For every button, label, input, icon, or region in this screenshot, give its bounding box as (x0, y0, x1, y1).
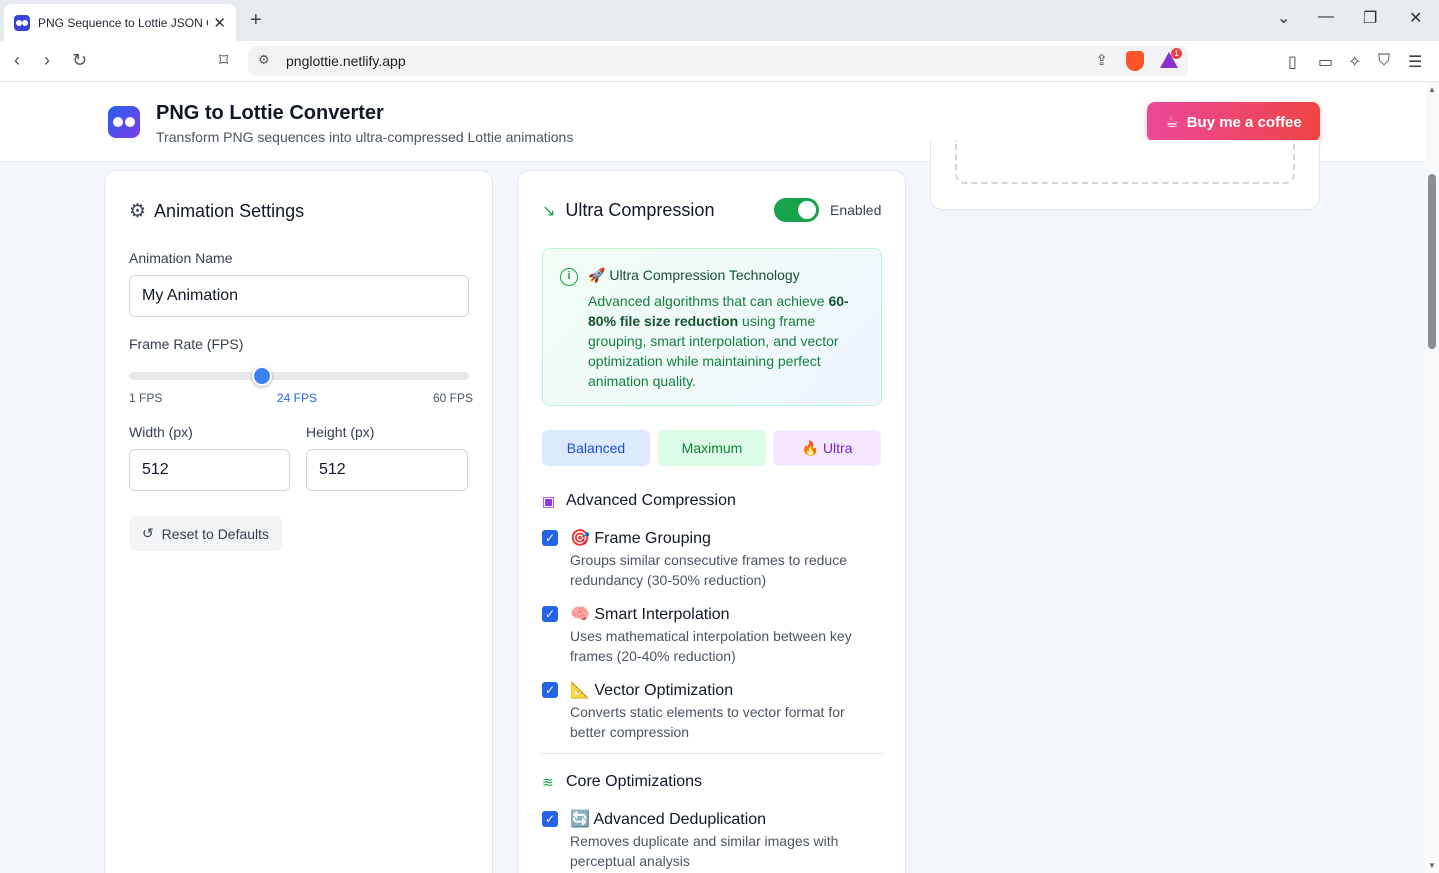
site-info-icon[interactable]: ⚙ (258, 52, 270, 68)
leo-ai-icon[interactable]: ✧ (1348, 52, 1361, 72)
preset-balanced-button[interactable]: Balanced (542, 430, 650, 466)
buy-coffee-label: Buy me a coffee (1186, 113, 1302, 131)
preset-ultra-label: Ultra (822, 440, 853, 456)
tab-title: PNG Sequence to Lottie JSON C (38, 15, 208, 30)
wallet-icon[interactable]: ▭ (1318, 52, 1333, 72)
smart-interpolation-title: 🧠 Smart Interpolation (570, 606, 730, 623)
info-text: Advanced algorithms that can achieve 60-… (588, 293, 849, 389)
site-favicon-icon (14, 14, 30, 31)
fps-max-label: 60 FPS (433, 391, 474, 405)
sidebar-icon[interactable]: ▯ (1288, 52, 1297, 72)
frame-grouping-checkbox[interactable]: ✓ (542, 530, 558, 546)
browser-tabbar: PNG Sequence to Lottie JSON C ✕ + ⌄ — ❐ … (0, 0, 1439, 41)
vpn-icon[interactable]: ⛉ (1378, 52, 1390, 70)
vector-optimization-desc: Converts static elements to vector forma… (570, 704, 845, 740)
address-bar[interactable]: ⚙ pnglottie.netlify.app ⇪ 1 (248, 46, 1188, 76)
smart-interpolation-desc: Uses mathematical interpolation between … (570, 628, 852, 664)
preset-maximum-button[interactable]: Maximum (658, 430, 766, 466)
width-label: Width (px) (129, 424, 193, 440)
ultra-compression-card: ↘ Ultra Compression Enabled i 🚀 Ultra Co… (517, 170, 906, 873)
back-icon[interactable]: ‹ (14, 50, 20, 71)
reset-icon: ↺ (141, 525, 154, 541)
width-input[interactable]: 512 (129, 449, 290, 491)
close-tab-icon[interactable]: ✕ (213, 14, 226, 32)
animation-settings-title: Animation Settings (154, 201, 305, 221)
brain-icon: 🧠 (570, 606, 590, 623)
url-text: pnglottie.netlify.app (286, 53, 406, 69)
advanced-deduplication-checkbox[interactable]: ✓ (542, 811, 558, 827)
app-logo-icon (108, 106, 140, 138)
buy-coffee-button[interactable]: ☕ Buy me a coffee (1147, 102, 1320, 142)
brave-shields-icon[interactable] (1126, 51, 1144, 71)
gear-icon: ⚙ (129, 201, 147, 222)
triangle-ruler-icon: 📐 (570, 682, 590, 699)
compression-info-box: i 🚀 Ultra Compression Technology Advance… (542, 248, 882, 406)
height-label: Height (px) (306, 424, 375, 440)
scroll-up-icon[interactable]: ▲ (1428, 85, 1436, 94)
page-scrollbar[interactable]: ▲ ▼ (1425, 82, 1439, 873)
fps-current-label: 24 FPS (277, 391, 318, 405)
menu-icon[interactable]: ☰ (1408, 52, 1422, 72)
advanced-compression-title: Advanced Compression (566, 492, 736, 509)
vector-optimization-checkbox[interactable]: ✓ (542, 682, 558, 698)
frame-rate-slider[interactable] (129, 366, 469, 386)
rewards-badge: 1 (1171, 48, 1182, 59)
core-optimizations-title: Core Optimizations (566, 773, 703, 790)
browser-tab[interactable]: PNG Sequence to Lottie JSON C ✕ (4, 4, 236, 41)
layers-icon: ≋ (542, 774, 554, 790)
reset-defaults-label: Reset to Defaults (161, 525, 270, 542)
fire-icon: 🔥 (801, 439, 819, 456)
ultra-compression-header: ↘ Ultra Compression (542, 200, 714, 221)
frame-grouping-desc: Groups similar consecutive frames to red… (570, 552, 847, 588)
reload-icon[interactable]: ↻ (72, 50, 87, 71)
animation-name-label: Animation Name (129, 250, 233, 266)
advanced-deduplication-desc: Removes duplicate and similar images wit… (570, 833, 839, 869)
frame-grouping-title: 🎯 Frame Grouping (570, 530, 711, 547)
tab-search-chevron-icon[interactable]: ⌄ (1277, 8, 1290, 28)
reset-defaults-button[interactable]: ↺ Reset to Defaults (129, 516, 282, 551)
minimize-icon[interactable]: — (1318, 8, 1334, 26)
fps-min-label: 1 FPS (129, 391, 163, 405)
scrollbar-thumb[interactable] (1428, 174, 1436, 349)
target-icon: 🎯 (570, 530, 590, 547)
upload-dropzone[interactable] (955, 140, 1295, 184)
ultra-compression-toggle[interactable] (774, 198, 819, 222)
vector-optimization-title: 📐 Vector Optimization (570, 682, 734, 699)
smart-interpolation-checkbox[interactable]: ✓ (542, 606, 558, 622)
info-title: 🚀 Ultra Compression Technology (588, 267, 800, 283)
animation-settings-header: ⚙ Animation Settings (129, 200, 304, 223)
frame-rate-slider-thumb[interactable] (251, 366, 272, 386)
core-optimizations-header: ≋ Core Optimizations (542, 773, 702, 791)
cycle-icon: 🔄 (570, 811, 590, 828)
toggle-status-label: Enabled (830, 202, 882, 218)
info-icon: i (560, 268, 578, 286)
animation-name-input[interactable]: My Animation (129, 275, 469, 317)
new-tab-icon[interactable]: + (250, 9, 262, 32)
coffee-cup-icon: ☕ (1165, 114, 1179, 131)
ultra-compression-title: Ultra Compression (565, 200, 715, 220)
browser-navbar: ‹ › ↻ ⌑ ⚙ pnglottie.netlify.app ⇪ 1 ▯ ▭ … (0, 41, 1439, 82)
restore-icon[interactable]: ❐ (1363, 8, 1377, 28)
height-input[interactable]: 512 (306, 449, 468, 491)
upload-card (930, 140, 1320, 210)
cpu-icon: ▣ (542, 493, 556, 509)
advanced-deduplication-title: 🔄 Advanced Deduplication (570, 811, 767, 828)
scroll-down-icon[interactable]: ▼ (1428, 861, 1436, 870)
share-icon[interactable]: ⇪ (1095, 51, 1108, 69)
preset-ultra-button[interactable]: 🔥 Ultra (773, 430, 881, 466)
section-divider (542, 753, 882, 754)
forward-icon[interactable]: › (44, 50, 50, 71)
app-title: PNG to Lottie Converter (156, 102, 384, 124)
bookmark-icon[interactable]: ⌑ (219, 50, 228, 71)
close-window-icon[interactable]: ✕ (1409, 8, 1422, 28)
animation-settings-card: ⚙ Animation Settings Animation Name My A… (104, 170, 493, 873)
advanced-compression-header: ▣ Advanced Compression (542, 492, 736, 510)
trending-down-icon: ↘ (542, 202, 556, 220)
frame-rate-label: Frame Rate (FPS) (129, 336, 244, 352)
app-subtitle: Transform PNG sequences into ultra-compr… (156, 129, 574, 145)
